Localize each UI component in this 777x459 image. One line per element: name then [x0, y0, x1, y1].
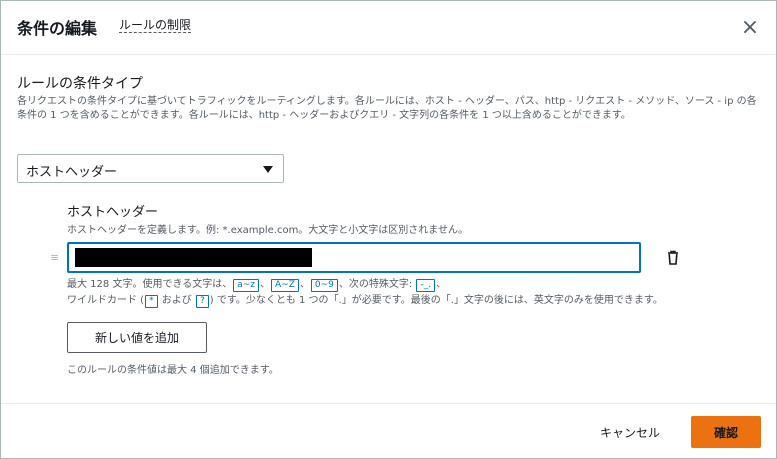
- redacted-value: [75, 248, 312, 267]
- host-header-hint: 最大 128 文字。使用できる文字は、 a~z、 A~Z、 0~9 、次の特殊文字: -…: [67, 279, 663, 308]
- dialog-title: 条件の編集: [17, 19, 98, 38]
- condition-type-selected-value: ホストヘッダー: [26, 165, 118, 180]
- chip-uppercase: A~Z: [271, 279, 299, 292]
- footer-divider: [1, 403, 776, 404]
- edit-condition-dialog: 条件の編集 ルールの制限 × ルールの条件タイプ 各リクエストの条件タイプに基づ…: [0, 0, 777, 459]
- chip-digits: 0~9: [310, 279, 338, 292]
- chip-asterisk: *: [145, 295, 158, 308]
- condition-type-label: ルールの条件タイプ: [17, 76, 143, 92]
- chip-question: ?: [195, 295, 209, 308]
- add-new-value-button[interactable]: 新しい値を追加: [67, 322, 207, 353]
- condition-limit-note: このルールの条件値は最大 4 個追加できます。: [67, 365, 279, 376]
- rule-limits-link[interactable]: ルールの制限: [119, 18, 192, 33]
- trash-icon[interactable]: [663, 248, 683, 268]
- dialog-header: 条件の編集 ルールの制限 ×: [1, 1, 776, 55]
- host-header-label: ホストヘッダー: [67, 205, 159, 220]
- close-icon[interactable]: ×: [737, 15, 763, 41]
- caret-down-icon: [263, 166, 273, 173]
- condition-type-select[interactable]: ホストヘッダー: [17, 154, 284, 183]
- chip-special-chars: -_.: [416, 279, 436, 292]
- condition-type-description: 各リクエストの条件タイプに基づいてトラフィックをルーティングします。各ルールには…: [17, 96, 757, 121]
- host-header-description: ホストヘッダーを定義します。例: *.example.com。大文字と小文字は区…: [67, 225, 469, 236]
- confirm-button[interactable]: 確認: [691, 416, 761, 448]
- cancel-button[interactable]: キャンセル: [584, 418, 676, 447]
- drag-handle-icon[interactable]: ≡: [50, 251, 59, 264]
- chip-lowercase: a~z: [233, 279, 260, 292]
